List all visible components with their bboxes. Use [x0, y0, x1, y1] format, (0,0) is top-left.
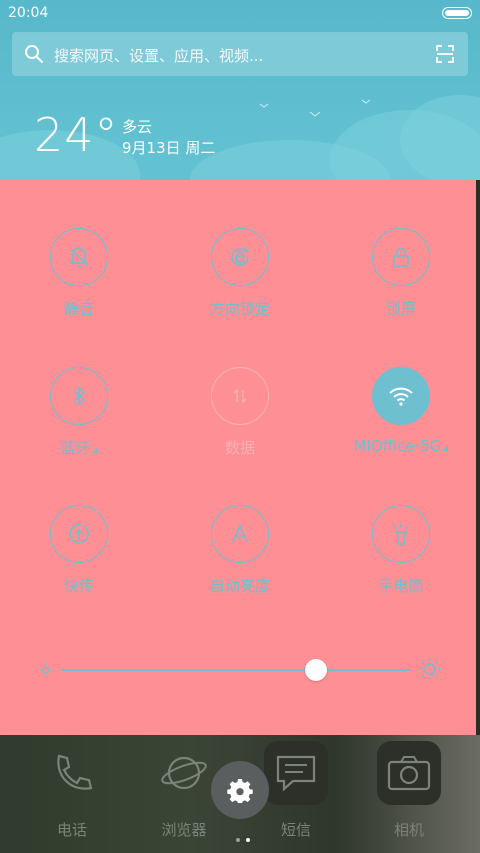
flashlight-icon: [372, 505, 430, 563]
scan-icon[interactable]: [436, 45, 454, 63]
mobile-data-icon: [211, 367, 269, 425]
birds-decoration: [259, 99, 371, 117]
auto-brightness-icon: [211, 505, 269, 563]
weather-condition: 多云: [122, 118, 153, 136]
toggle-label: 自动亮度: [209, 577, 270, 595]
toggle-mobile-data[interactable]: 数据: [185, 367, 295, 458]
toggle-rotation-lock[interactable]: 方向锁定: [185, 228, 295, 319]
page-dot-active: [246, 838, 250, 842]
toggle-silent[interactable]: 静音: [24, 228, 134, 319]
toggle-label: MIOffice-5G: [346, 437, 456, 455]
toggle-label: 手电筒: [378, 577, 424, 595]
more-options-icon: [442, 445, 449, 451]
battery-icon: [442, 7, 472, 19]
dock-item-phone[interactable]: 电话: [27, 741, 117, 840]
page-dot: [236, 838, 240, 842]
toggle-label: 锁屏: [385, 300, 416, 318]
dock-label: 相机: [393, 821, 424, 839]
settings-button[interactable]: [211, 761, 269, 819]
quick-settings-panel: 静音 方向锁定 锁屏 蓝牙 数据 MIOffice-5G 快传 自动亮度 手电筒: [0, 180, 476, 735]
toggle-label: 方向锁定: [209, 300, 270, 318]
toggle-wifi[interactable]: MIOffice-5G: [346, 367, 456, 455]
temperature: 24°: [34, 108, 119, 162]
rotation-lock-icon: [211, 228, 269, 286]
weather-header: 20:04 搜索网页、设置、应用、视频... 24° 多云 9月13日 周二: [0, 0, 480, 180]
dock-label: 短信: [280, 821, 311, 839]
gear-icon: [227, 779, 253, 803]
brightness-low-icon: [39, 663, 53, 677]
search-bar[interactable]: 搜索网页、设置、应用、视频...: [12, 32, 468, 76]
toggle-label: 数据: [224, 439, 255, 457]
bluetooth-icon: [50, 367, 108, 425]
page-indicator: [233, 827, 253, 846]
lock-icon: [372, 228, 430, 286]
toggle-flashlight[interactable]: 手电筒: [346, 505, 456, 596]
toggle-label: 蓝牙: [24, 437, 134, 458]
toggle-label: 快传: [63, 577, 94, 595]
search-icon: [25, 45, 43, 63]
dock-label: 浏览器: [161, 821, 207, 839]
status-time: 20:04: [8, 5, 49, 21]
wifi-icon: [372, 367, 430, 425]
brightness-high-icon: [419, 658, 441, 680]
toggle-quick-transfer[interactable]: 快传: [24, 505, 134, 596]
toggle-lock-screen[interactable]: 锁屏: [346, 228, 456, 319]
browser-icon: [152, 741, 216, 805]
brightness-slider[interactable]: [62, 669, 410, 671]
more-options-icon: [91, 447, 98, 453]
dock-label: 电话: [56, 821, 87, 839]
toggle-auto-brightness[interactable]: 自动亮度: [185, 505, 295, 596]
brightness-slider-thumb[interactable]: [305, 659, 328, 681]
weather-date: 9月13日 周二: [122, 139, 216, 157]
share-transfer-icon: [50, 505, 108, 563]
camera-icon: [377, 741, 441, 805]
phone-icon: [40, 741, 104, 805]
message-icon: [264, 741, 328, 805]
search-placeholder: 搜索网页、设置、应用、视频...: [54, 47, 264, 65]
toggle-bluetooth[interactable]: 蓝牙: [24, 367, 134, 458]
dock-item-camera[interactable]: 相机: [364, 741, 454, 840]
toggle-label: 静音: [63, 300, 94, 318]
bell-off-icon: [50, 228, 108, 286]
